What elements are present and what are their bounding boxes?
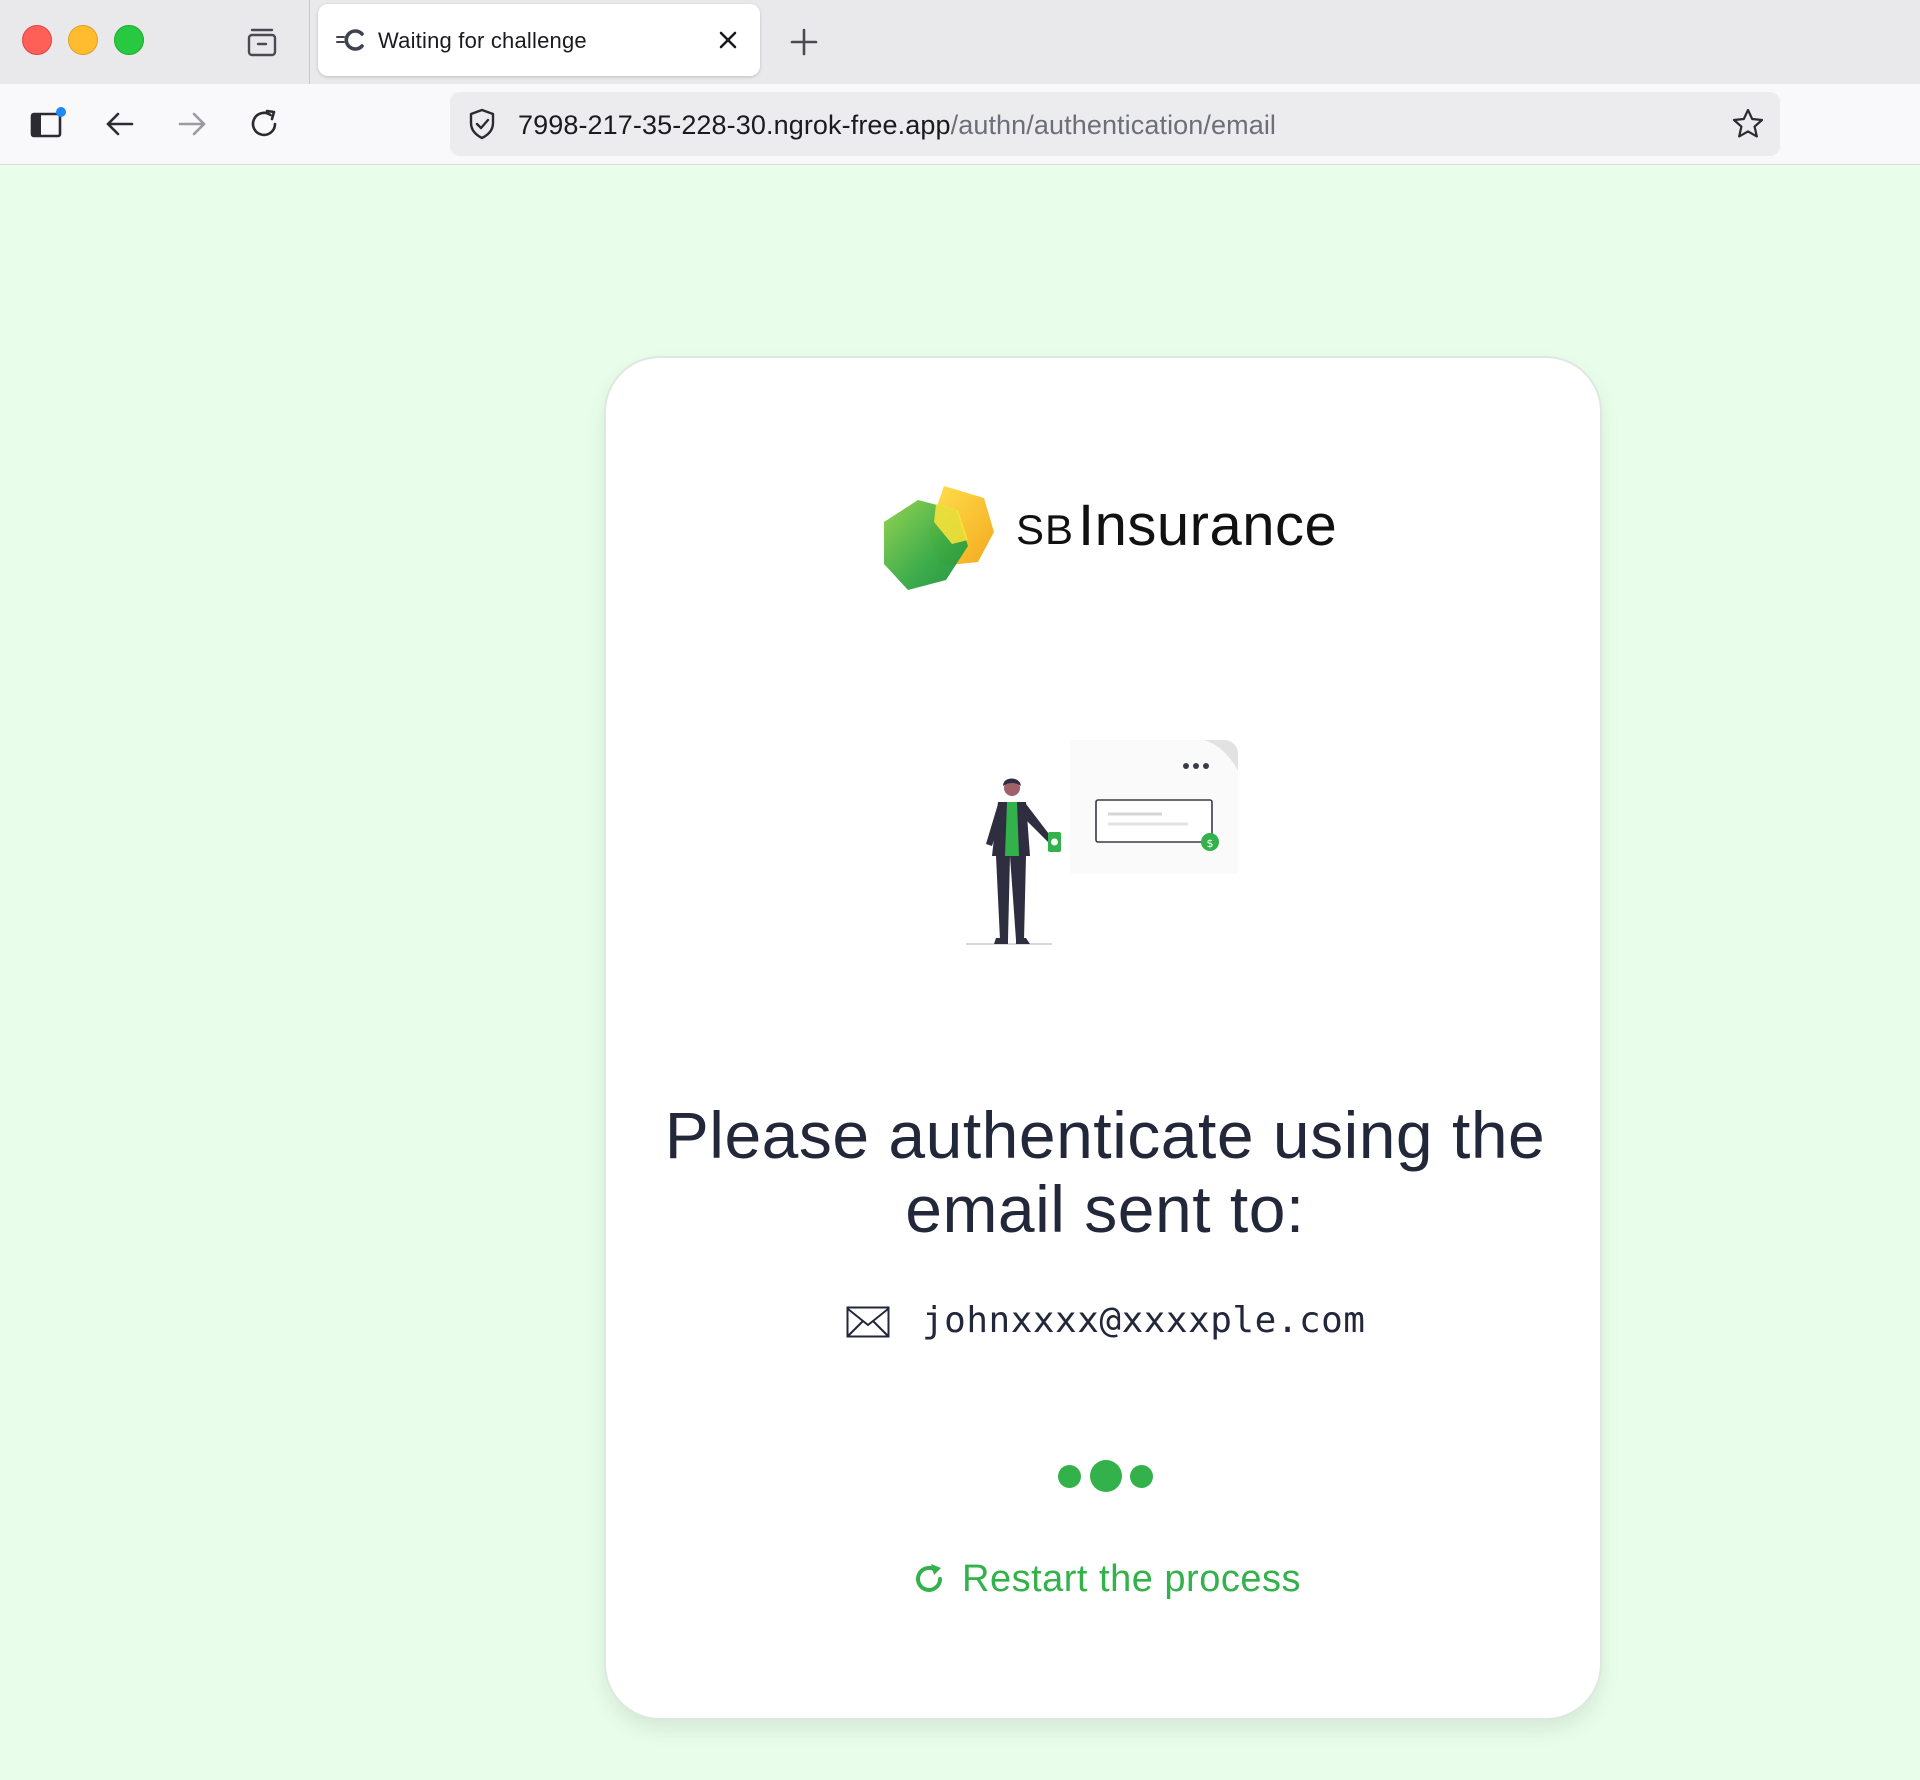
brand-name: Insurance (1078, 493, 1338, 558)
arrow-right-icon[interactable] (172, 104, 212, 144)
window-close-button[interactable] (22, 25, 52, 55)
restart-process-link[interactable]: Restart the process (912, 1552, 1332, 1604)
sidebar-icon[interactable] (28, 104, 68, 144)
hexagon-logo-icon (882, 482, 998, 594)
tab-overview-icon[interactable] (244, 24, 280, 60)
loading-dot (1130, 1465, 1153, 1488)
email-row: johnxxxx@xxxxple.com (846, 1298, 1406, 1348)
tab-divider (309, 0, 310, 84)
svg-text:$: $ (1207, 837, 1214, 850)
star-icon[interactable] (1730, 106, 1766, 142)
reload-icon[interactable] (244, 104, 284, 144)
arrow-left-icon[interactable] (100, 104, 140, 144)
url-path: /authn/authentication/email (950, 110, 1277, 140)
browser-toolbar: 7998-217-35-228-30.ngrok-free.app/authn/… (0, 84, 1920, 165)
loading-dot (1058, 1465, 1081, 1488)
url-text[interactable]: 7998-217-35-228-30.ngrok-free.app/authn/… (518, 110, 1276, 141)
mail-icon (846, 1306, 890, 1338)
auth-heading: Please authenticate using the email sent… (664, 1098, 1546, 1246)
person-with-phone-illustration: $ (966, 732, 1256, 946)
close-icon[interactable] (712, 24, 744, 56)
plus-icon[interactable] (786, 24, 822, 60)
brand-prefix: SB (1016, 506, 1075, 553)
window-minimize-button[interactable] (68, 25, 98, 55)
browser-tab-bar: Waiting for challenge (0, 0, 1920, 84)
refresh-icon[interactable] (912, 1562, 946, 1596)
loading-dot (1090, 1460, 1122, 1492)
window-zoom-button[interactable] (114, 25, 144, 55)
restart-label[interactable]: Restart the process (962, 1558, 1301, 1601)
auth-card: SB Insurance $ Please authenticate using… (604, 356, 1602, 1720)
brand-logo: SB Insurance (882, 482, 1337, 594)
tab-active[interactable]: Waiting for challenge (318, 4, 760, 76)
url-host: 7998-217-35-228-30.ngrok-free.app (518, 110, 951, 140)
email-address: johnxxxx@xxxxple.com (922, 1300, 1366, 1341)
ngrok-icon (336, 28, 366, 52)
tab-title: Waiting for challenge (378, 28, 587, 53)
address-bar[interactable]: 7998-217-35-228-30.ngrok-free.app/authn/… (450, 92, 1780, 156)
loading-indicator (1050, 1454, 1160, 1494)
shield-icon[interactable] (464, 106, 500, 142)
